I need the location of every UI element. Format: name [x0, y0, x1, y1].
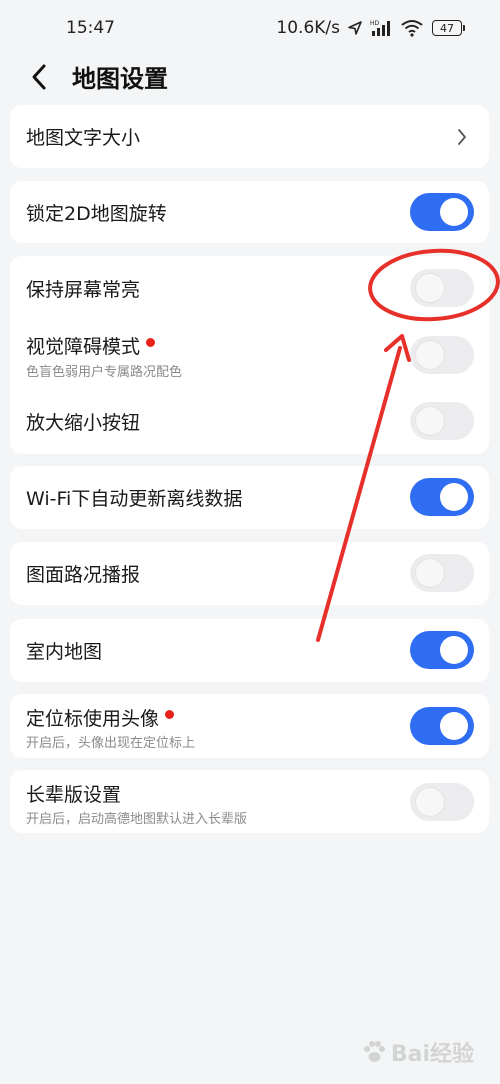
setting-label-visual-mode: 视觉障碍模式 [26, 332, 156, 359]
paw-logo-icon [363, 1041, 385, 1062]
new-badge-dot [165, 710, 175, 719]
toggle-zoom-buttons[interactable] [410, 402, 474, 440]
setting-label: 保持屏幕常亮 [26, 279, 141, 301]
setting-label: 图面路况播报 [26, 564, 141, 586]
setting-label: Wi-Fi下自动更新离线数据 [26, 488, 243, 510]
setting-row-visual-mode: 视觉障碍模式 色盲色弱用户专属路况配色 [10, 320, 489, 390]
toggle-knob [440, 198, 468, 226]
toggle-knob [440, 712, 468, 740]
card-indoor-map: 室内地图 [10, 619, 489, 682]
toggle-knob [416, 407, 444, 435]
toggle-visual-mode[interactable] [410, 336, 474, 374]
chevron-right-icon [458, 129, 466, 145]
location-arrow-icon [348, 21, 362, 35]
toggle-knob [440, 483, 468, 511]
battery-icon: 47 [432, 20, 465, 36]
setting-label: 室内地图 [26, 641, 103, 663]
setting-sublabel: 色盲色弱用户专属路况配色 [26, 365, 183, 380]
setting-sublabel: 开启后，头像出现在定位标上 [26, 736, 196, 751]
toggle-knob [440, 636, 468, 664]
wifi-icon [401, 20, 423, 37]
setting-label: 视觉障碍模式 [26, 336, 141, 358]
setting-label: 定位标使用头像 [26, 708, 160, 730]
status-icons: 10.6K/s HD 47 [276, 18, 465, 38]
back-button[interactable] [22, 60, 56, 94]
status-time: 15:47 [66, 18, 115, 38]
setting-label: 长辈版设置 [26, 784, 122, 806]
watermark: Bai经验 [361, 1036, 474, 1068]
status-bar: 15:47 10.6K/s HD 47 [0, 0, 500, 56]
toggle-avatar-marker[interactable] [410, 707, 474, 745]
chevron-left-icon [32, 64, 46, 90]
cellular-signal-icon: HD [370, 20, 390, 36]
card-lock-2d: 锁定2D地图旋转 [10, 181, 489, 243]
toggle-knob [416, 341, 444, 369]
toggle-knob [416, 274, 444, 302]
toggle-lock-2d[interactable] [410, 193, 474, 231]
toggle-elder-mode[interactable] [410, 783, 474, 821]
toggle-knob [416, 788, 444, 816]
setting-row-avatar-marker: 定位标使用头像 开启后，头像出现在定位标上 [10, 694, 489, 758]
card-display-options: 保持屏幕常亮 视觉障碍模式 色盲色弱用户专属路况配色 放大缩小按钮 [10, 256, 489, 454]
new-badge-dot [146, 338, 156, 347]
setting-row-indoor-map: 室内地图 [10, 619, 489, 682]
toggle-knob [416, 559, 444, 587]
network-speed: 10.6K/s [276, 18, 340, 38]
setting-label: 锁定2D地图旋转 [26, 203, 167, 225]
card-font-size: 地图文字大小 [10, 105, 489, 168]
watermark-text: Bai经验 [390, 1042, 474, 1067]
setting-row-wifi-update: Wi-Fi下自动更新离线数据 [10, 466, 489, 529]
setting-row-keep-screen-on: 保持屏幕常亮 [10, 256, 489, 320]
toggle-keep-screen-on[interactable] [410, 269, 474, 307]
svg-text:HD: HD [370, 20, 380, 27]
setting-label: 地图文字大小 [26, 127, 141, 149]
app-header: 地图设置 [0, 56, 500, 96]
page-title: 地图设置 [72, 65, 168, 93]
toggle-wifi-update[interactable] [410, 478, 474, 516]
setting-sublabel: 开启后，启动高德地图默认进入长辈版 [26, 812, 248, 827]
setting-row-font-size[interactable]: 地图文字大小 [10, 105, 489, 168]
setting-label: 放大缩小按钮 [26, 412, 141, 434]
card-avatar-marker: 定位标使用头像 开启后，头像出现在定位标上 [10, 694, 489, 758]
card-elder-mode: 长辈版设置 开启后，启动高德地图默认进入长辈版 [10, 770, 489, 833]
setting-row-lock-2d: 锁定2D地图旋转 [10, 181, 489, 243]
card-wifi-update: Wi-Fi下自动更新离线数据 [10, 466, 489, 529]
setting-row-traffic-broadcast: 图面路况播报 [10, 542, 489, 605]
toggle-traffic-broadcast[interactable] [410, 554, 474, 592]
toggle-indoor-map[interactable] [410, 631, 474, 669]
setting-row-elder-mode: 长辈版设置 开启后，启动高德地图默认进入长辈版 [10, 770, 489, 833]
setting-row-zoom-buttons: 放大缩小按钮 [10, 390, 489, 454]
setting-label-avatar-marker: 定位标使用头像 [26, 704, 175, 731]
card-traffic-broadcast: 图面路况播报 [10, 542, 489, 605]
